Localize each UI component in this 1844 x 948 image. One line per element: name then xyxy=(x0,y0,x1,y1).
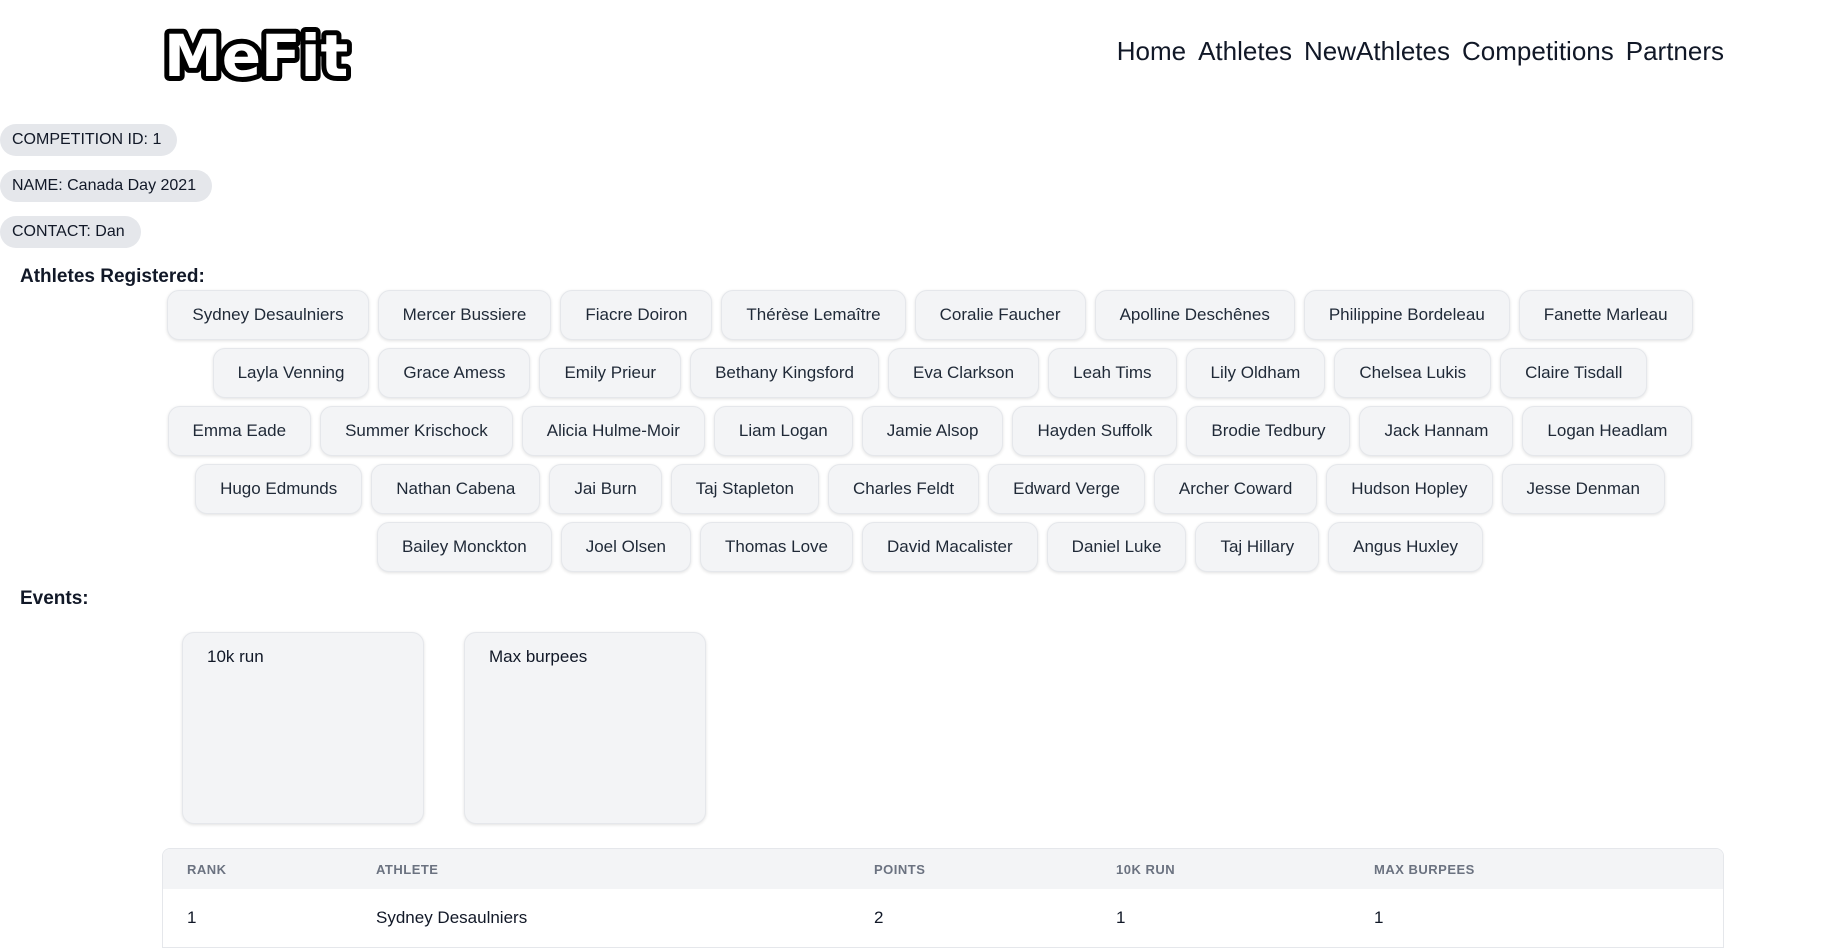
competition-meta: COMPETITION ID: 1 NAME: Canada Day 2021 … xyxy=(0,124,213,262)
athlete-chip[interactable]: Charles Feldt xyxy=(828,464,980,514)
athlete-chip[interactable]: Joel Olsen xyxy=(560,522,692,572)
athlete-chip[interactable]: Fanette Marleau xyxy=(1518,290,1693,340)
athletes-list: Sydney Desaulniers Mercer Bussiere Fiacre … xyxy=(160,290,1700,572)
athlete-chip[interactable]: Brodie Tedbury xyxy=(1186,406,1351,456)
column-header-points[interactable]: POINTS xyxy=(874,862,1116,877)
athlete-chip[interactable]: Jack Hannam xyxy=(1359,406,1514,456)
athlete-chip[interactable]: Apolline Deschênes xyxy=(1094,290,1295,340)
athlete-chip[interactable]: Leah Tims xyxy=(1048,348,1177,398)
athlete-chip[interactable]: Lily Oldham xyxy=(1185,348,1326,398)
athlete-chip[interactable]: Grace Amess xyxy=(378,348,531,398)
main-nav: Home Athletes NewAthletes Competitions P… xyxy=(1117,36,1724,67)
results-table: RANK ATHLETE POINTS 10K RUN MAX BURPEES … xyxy=(162,848,1724,948)
athlete-chip[interactable]: Philippine Bordeleau xyxy=(1303,290,1510,340)
column-header-athlete[interactable]: ATHLETE xyxy=(376,862,874,877)
results-table-header: RANK ATHLETE POINTS 10K RUN MAX BURPEES xyxy=(163,849,1723,889)
athlete-chip[interactable]: Hayden Suffolk xyxy=(1012,406,1178,456)
athlete-chip[interactable]: Bailey Monckton xyxy=(376,522,552,572)
competition-id-badge: COMPETITION ID: 1 xyxy=(0,124,178,156)
athlete-chip[interactable]: Logan Headlam xyxy=(1522,406,1693,456)
cell-athlete: Sydney Desaulniers xyxy=(376,908,528,927)
athlete-chip[interactable]: David Macalister xyxy=(862,522,1038,572)
top-bar: MeFit MeFit Home Athletes NewAthletes Co… xyxy=(0,0,1844,110)
athlete-chip[interactable]: Alicia Hulme-Moir xyxy=(521,406,705,456)
athlete-chip[interactable]: Nathan Cabena xyxy=(371,464,541,514)
mefit-logo[interactable]: MeFit MeFit xyxy=(160,20,360,88)
events-heading: Events: xyxy=(20,588,89,609)
athlete-chip[interactable]: Archer Coward xyxy=(1153,464,1318,514)
athlete-chip[interactable]: Jamie Alsop xyxy=(861,406,1004,456)
table-row[interactable]: 1 Sydney Desaulniers 2 1 1 xyxy=(163,889,1723,948)
athlete-chip[interactable]: Fiacre Doiron xyxy=(560,290,713,340)
athlete-chip[interactable]: Eva Clarkson xyxy=(888,348,1040,398)
athlete-chip[interactable]: Mercer Bussiere xyxy=(377,290,552,340)
athletes-registered-heading: Athletes Registered: xyxy=(20,266,205,287)
cell-rank: 1 xyxy=(187,908,197,927)
athlete-chip[interactable]: Coralie Faucher xyxy=(914,290,1086,340)
cell-max-burpees: 1 xyxy=(1374,908,1384,927)
athlete-chip[interactable]: Hugo Edmunds xyxy=(195,464,363,514)
athlete-chip[interactable]: Liam Logan xyxy=(713,406,853,456)
athlete-chip[interactable]: Summer Krischock xyxy=(320,406,513,456)
nav-athletes[interactable]: Athletes xyxy=(1198,36,1292,67)
column-header-max-burpees[interactable]: MAX BURPEES xyxy=(1374,862,1674,877)
competition-name-badge: NAME: Canada Day 2021 xyxy=(0,170,213,202)
athlete-chip[interactable]: Emma Eade xyxy=(167,406,312,456)
nav-new-athletes[interactable]: NewAthletes xyxy=(1304,36,1450,67)
column-header-rank[interactable]: RANK xyxy=(163,862,376,877)
athlete-chip[interactable]: Edward Verge xyxy=(988,464,1145,514)
athlete-chip[interactable]: Sydney Desaulniers xyxy=(167,290,369,340)
athlete-chip[interactable]: Claire Tisdall xyxy=(1500,348,1648,398)
athlete-chip[interactable]: Jai Burn xyxy=(549,464,662,514)
athlete-chip[interactable]: Chelsea Lukis xyxy=(1334,348,1492,398)
athlete-chip[interactable]: Bethany Kingsford xyxy=(690,348,879,398)
athlete-chip[interactable]: Taj Stapleton xyxy=(670,464,820,514)
athlete-chip[interactable]: Hudson Hopley xyxy=(1326,464,1493,514)
athlete-chip[interactable]: Thérèse Lemaître xyxy=(721,290,906,340)
athlete-chip[interactable]: Taj Hillary xyxy=(1195,522,1320,572)
athlete-chip[interactable]: Thomas Love xyxy=(700,522,854,572)
event-card-10k-run[interactable]: 10k run xyxy=(182,632,424,824)
column-header-10k-run[interactable]: 10K RUN xyxy=(1116,862,1374,877)
athlete-chip[interactable]: Jesse Denman xyxy=(1501,464,1665,514)
events-list: 10k run Max burpees xyxy=(182,632,706,824)
nav-partners[interactable]: Partners xyxy=(1626,36,1724,67)
athlete-chip[interactable]: Emily Prieur xyxy=(539,348,682,398)
svg-text:MeFit: MeFit xyxy=(164,22,348,88)
cell-points: 2 xyxy=(874,908,884,927)
competition-contact-badge: CONTACT: Dan xyxy=(0,216,141,248)
nav-competitions[interactable]: Competitions xyxy=(1462,36,1614,67)
nav-home[interactable]: Home xyxy=(1117,36,1186,67)
athlete-chip[interactable]: Layla Venning xyxy=(212,348,370,398)
event-card-max-burpees[interactable]: Max burpees xyxy=(464,632,706,824)
cell-10k-run: 1 xyxy=(1116,908,1126,927)
athlete-chip[interactable]: Angus Huxley xyxy=(1328,522,1484,572)
athlete-chip[interactable]: Daniel Luke xyxy=(1046,522,1187,572)
